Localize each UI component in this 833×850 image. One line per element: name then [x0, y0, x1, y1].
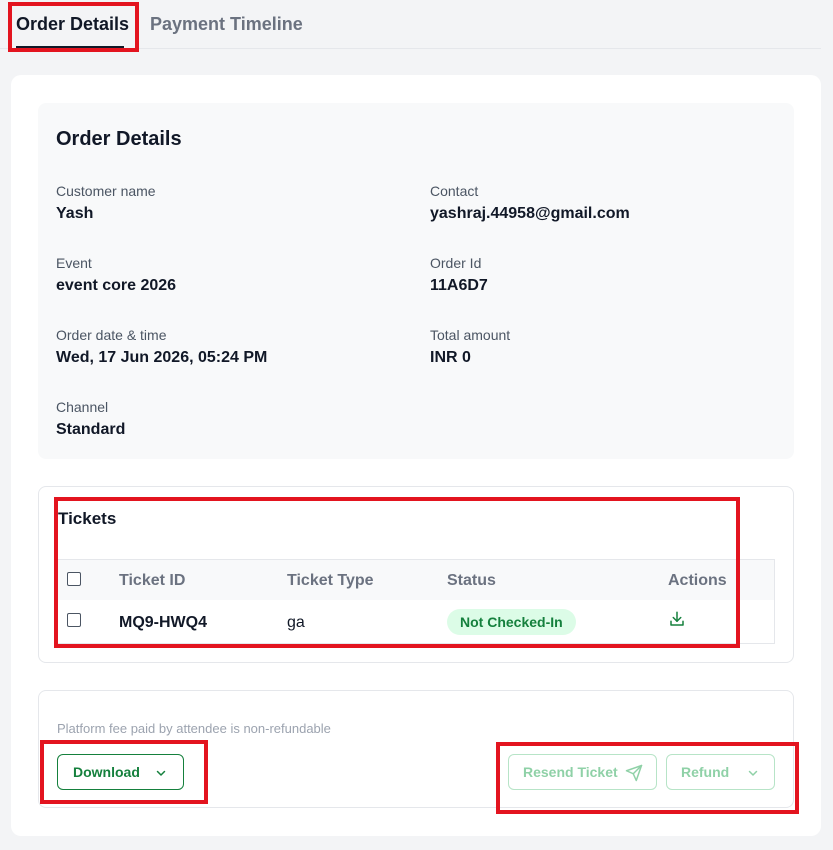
row-checkbox[interactable] [67, 613, 81, 627]
resend-ticket-button[interactable]: Resend Ticket [508, 754, 657, 790]
column-header-actions: Actions [668, 572, 727, 589]
event-value: event core 2026 [56, 277, 177, 294]
tab-bar: Order Details Payment Timeline [0, 0, 821, 49]
column-header-status: Status [447, 572, 496, 589]
send-icon [625, 764, 643, 782]
fee-note: Platform fee paid by attendee is non-ref… [57, 721, 331, 736]
status-badge: Not Checked-In [447, 609, 576, 635]
chevron-down-icon [156, 770, 166, 776]
ticket-id-cell: MQ9-HWQ4 [119, 614, 207, 631]
ticket-type-cell: ga [287, 614, 305, 631]
chevron-down-icon [748, 770, 758, 776]
order-id-value: 11A6D7 [430, 277, 488, 294]
resend-ticket-label: Resend Ticket [523, 764, 618, 780]
active-tab-indicator [16, 46, 124, 49]
order-details-title: Order Details [56, 128, 182, 150]
contact-label: Contact [430, 183, 479, 199]
order-id-label: Order Id [430, 255, 482, 271]
select-all-checkbox[interactable] [67, 572, 81, 586]
tab-payment-timeline[interactable]: Payment Timeline [150, 14, 303, 35]
download-button-label: Download [73, 764, 140, 780]
refund-button[interactable]: Refund [666, 754, 775, 790]
channel-value: Standard [56, 421, 126, 438]
contact-value: yashraj.44958@gmail.com [430, 205, 630, 222]
event-label: Event [56, 255, 92, 271]
order-date-value: Wed, 17 Jun 2026, 05:24 PM [56, 349, 268, 366]
tickets-title: Tickets [58, 509, 117, 528]
total-amount-label: Total amount [430, 327, 511, 343]
download-button[interactable]: Download [57, 754, 184, 790]
download-icon[interactable] [668, 610, 686, 628]
refund-button-label: Refund [681, 764, 730, 780]
channel-label: Channel [56, 399, 109, 415]
order-date-label: Order date & time [56, 327, 167, 343]
customer-name-label: Customer name [56, 183, 156, 199]
tab-order-details[interactable]: Order Details [16, 14, 129, 35]
actions-card [38, 690, 794, 808]
total-amount-value: INR 0 [430, 349, 471, 366]
column-header-ticket-type: Ticket Type [287, 572, 374, 589]
customer-name-value: Yash [56, 205, 94, 222]
column-header-ticket-id: Ticket ID [119, 572, 186, 589]
